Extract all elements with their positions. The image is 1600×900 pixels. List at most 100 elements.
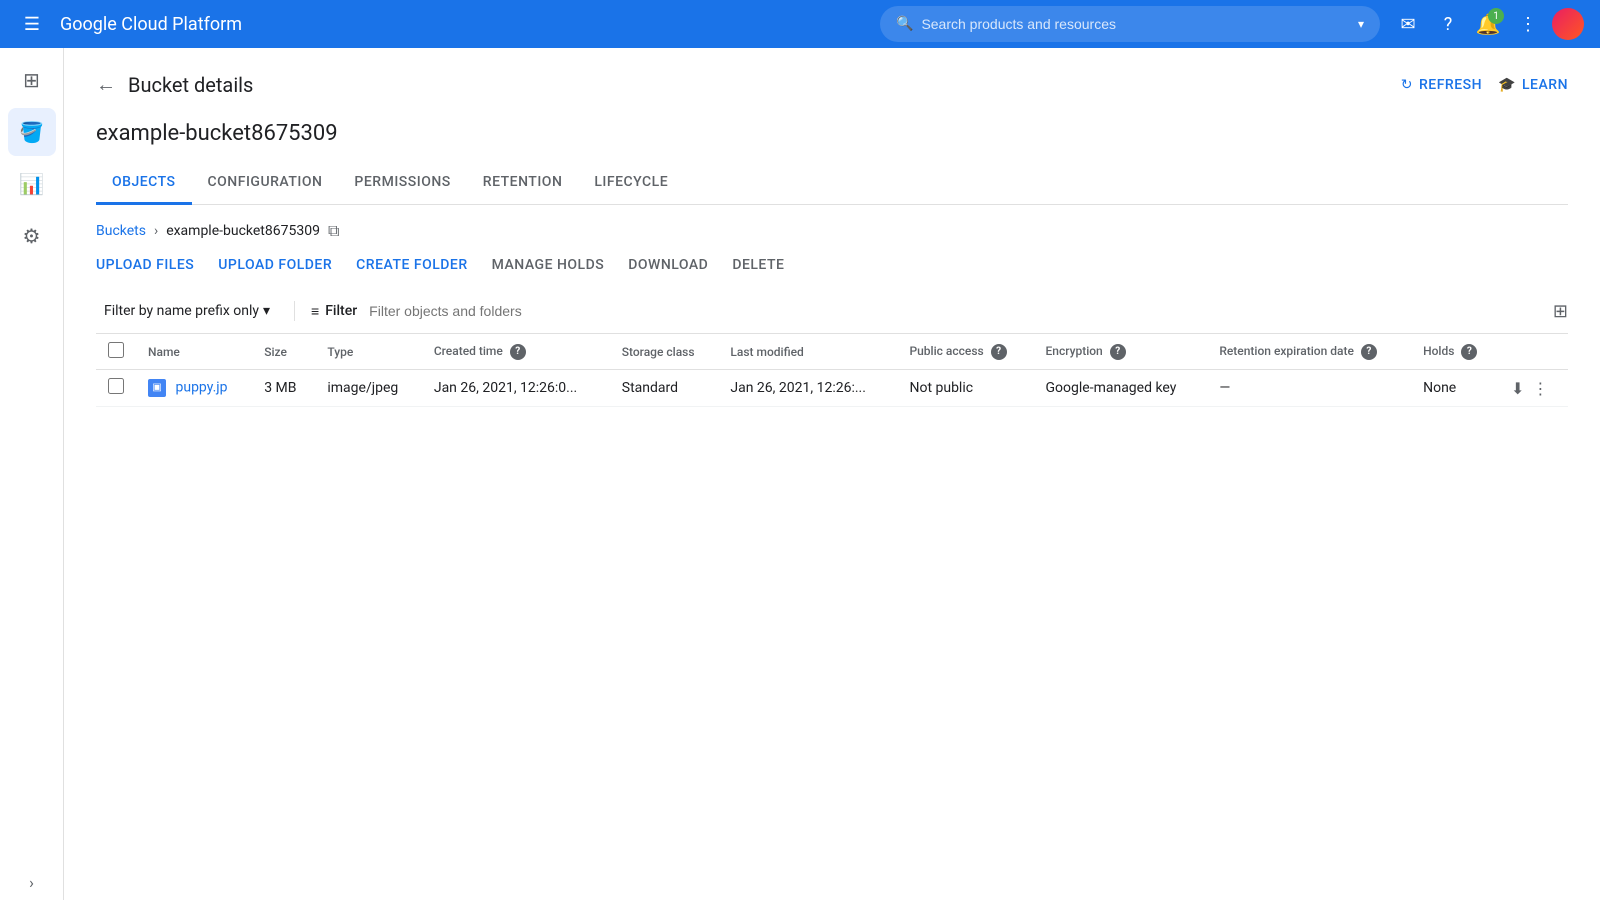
cell-retention: — bbox=[1207, 370, 1411, 407]
header-checkbox-cell bbox=[96, 334, 136, 370]
search-dropdown-icon[interactable]: ▾ bbox=[1358, 17, 1364, 31]
column-header-created-time: Created time ? bbox=[422, 334, 610, 370]
file-type-icon: ▣ bbox=[148, 379, 166, 397]
sidebar-storage[interactable]: 🪣 bbox=[8, 108, 56, 156]
column-header-actions bbox=[1499, 334, 1568, 370]
cell-holds: None bbox=[1411, 370, 1499, 407]
learn-icon: 🎓 bbox=[1498, 77, 1516, 93]
top-navigation: ☰ Google Cloud Platform 🔍 ▾ ✉ ? 🔔 1 ⋮ bbox=[0, 0, 1600, 48]
cell-public-access: Not public bbox=[897, 370, 1033, 407]
column-header-size: Size bbox=[252, 334, 315, 370]
breadcrumb-current: example-bucket8675309 bbox=[166, 223, 320, 239]
left-sidebar: ⊞ 🪣 📊 ⚙ › bbox=[0, 48, 64, 900]
filter-prefix-label: Filter by name prefix only bbox=[104, 303, 259, 319]
sidebar-settings[interactable]: ⚙ bbox=[8, 212, 56, 260]
more-options-icon[interactable]: ⋮ bbox=[1512, 8, 1544, 40]
row-checkbox-cell bbox=[96, 370, 136, 407]
cell-type: image/jpeg bbox=[315, 370, 421, 407]
tab-permissions[interactable]: PERMISSIONS bbox=[338, 162, 466, 205]
column-header-holds: Holds ? bbox=[1411, 334, 1499, 370]
search-bar[interactable]: 🔍 ▾ bbox=[880, 6, 1380, 42]
cell-created-time: Jan 26, 2021, 12:26:0... bbox=[422, 370, 610, 407]
back-button[interactable]: ← bbox=[96, 72, 116, 97]
sidebar-analytics[interactable]: 📊 bbox=[8, 160, 56, 208]
storage-bucket-icon: 🪣 bbox=[19, 120, 44, 144]
action-buttons: UPLOAD FILES UPLOAD FOLDER CREATE FOLDER… bbox=[96, 257, 1568, 273]
cell-last-modified: Jan 26, 2021, 12:26:... bbox=[718, 370, 897, 407]
refresh-button[interactable]: ↻ REFRESH bbox=[1401, 77, 1482, 93]
filter-funnel-icon: ≡ bbox=[311, 303, 319, 320]
file-name-link[interactable]: puppy.jp bbox=[175, 380, 227, 396]
hamburger-menu-icon[interactable]: ☰ bbox=[16, 8, 48, 40]
filter-row: Filter by name prefix only ▾ ≡ Filter ⊞ bbox=[96, 289, 1568, 334]
created-time-help-icon[interactable]: ? bbox=[510, 344, 526, 360]
column-header-name: Name bbox=[136, 334, 252, 370]
filter-button[interactable]: ≡ Filter bbox=[311, 303, 357, 320]
cell-size: 3 MB bbox=[252, 370, 315, 407]
breadcrumb-buckets-link[interactable]: Buckets bbox=[96, 223, 146, 239]
table-row: ▣ puppy.jp 3 MB image/jpeg Jan 26, 2021,… bbox=[96, 370, 1568, 407]
nav-icon-group: ✉ ? 🔔 1 ⋮ bbox=[1392, 8, 1584, 40]
tab-retention[interactable]: RETENTION bbox=[467, 162, 579, 205]
encryption-help-icon[interactable]: ? bbox=[1110, 344, 1126, 360]
tab-bar: OBJECTS CONFIGURATION PERMISSIONS RETENT… bbox=[96, 162, 1568, 205]
bucket-name: example-bucket8675309 bbox=[96, 121, 1568, 146]
copy-bucket-name-icon[interactable]: ⧉ bbox=[328, 221, 339, 241]
filter-label: Filter bbox=[325, 303, 357, 319]
badge-notification[interactable]: 🔔 1 bbox=[1472, 8, 1504, 40]
manage-holds-button[interactable]: MANAGE HOLDS bbox=[492, 257, 605, 273]
more-row-options-icon[interactable]: ⋮ bbox=[1532, 379, 1548, 398]
cell-storage-class: Standard bbox=[610, 370, 719, 407]
app-title: Google Cloud Platform bbox=[60, 14, 868, 35]
filter-input[interactable] bbox=[369, 303, 1541, 319]
cell-encryption: Google-managed key bbox=[1034, 370, 1208, 407]
select-all-checkbox[interactable] bbox=[108, 342, 124, 358]
row-checkbox[interactable] bbox=[108, 378, 124, 394]
cell-row-actions: ⬇ ⋮ bbox=[1499, 370, 1568, 407]
delete-button[interactable]: DELETE bbox=[732, 257, 784, 273]
filter-prefix-arrow-icon: ▾ bbox=[263, 303, 270, 319]
row-action-buttons: ⬇ ⋮ bbox=[1511, 379, 1556, 398]
refresh-icon: ↻ bbox=[1401, 77, 1413, 93]
density-toggle-icon[interactable]: ⊞ bbox=[1553, 301, 1568, 322]
table-header-row: Name Size Type Created time ? Storage cl… bbox=[96, 334, 1568, 370]
holds-help-icon[interactable]: ? bbox=[1461, 344, 1477, 360]
learn-button[interactable]: 🎓 LEARN bbox=[1498, 77, 1568, 93]
sidebar-menu-grid[interactable]: ⊞ bbox=[8, 56, 56, 104]
tab-lifecycle[interactable]: LIFECYCLE bbox=[578, 162, 684, 205]
learn-label: LEARN bbox=[1522, 77, 1568, 93]
page-title: Bucket details bbox=[128, 73, 1401, 97]
page-header: ← Bucket details ↻ REFRESH 🎓 LEARN bbox=[96, 72, 1568, 97]
settings-gear-icon: ⚙ bbox=[23, 224, 41, 248]
chart-icon: 📊 bbox=[19, 172, 44, 196]
menu-grid-icon: ⊞ bbox=[23, 68, 40, 92]
column-header-storage-class: Storage class bbox=[610, 334, 719, 370]
create-folder-button[interactable]: CREATE FOLDER bbox=[356, 257, 467, 273]
objects-table: Name Size Type Created time ? Storage cl… bbox=[96, 334, 1568, 407]
help-icon[interactable]: ? bbox=[1432, 8, 1464, 40]
column-header-public-access: Public access ? bbox=[897, 334, 1033, 370]
refresh-label: REFRESH bbox=[1419, 77, 1482, 93]
breadcrumb: Buckets › example-bucket8675309 ⧉ bbox=[96, 221, 1568, 241]
header-actions: ↻ REFRESH 🎓 LEARN bbox=[1401, 77, 1568, 93]
breadcrumb-separator: › bbox=[154, 223, 158, 239]
notification-badge: 1 bbox=[1488, 8, 1504, 24]
filter-divider bbox=[294, 301, 295, 321]
column-header-type: Type bbox=[315, 334, 421, 370]
upload-folder-button[interactable]: UPLOAD FOLDER bbox=[218, 257, 332, 273]
column-header-encryption: Encryption ? bbox=[1034, 334, 1208, 370]
filter-prefix-dropdown[interactable]: Filter by name prefix only ▾ bbox=[96, 297, 278, 325]
upload-files-button[interactable]: UPLOAD FILES bbox=[96, 257, 194, 273]
public-access-help-icon[interactable]: ? bbox=[991, 344, 1007, 360]
cell-name: ▣ puppy.jp bbox=[136, 370, 252, 407]
download-row-icon[interactable]: ⬇ bbox=[1511, 379, 1524, 398]
tab-objects[interactable]: OBJECTS bbox=[96, 162, 192, 205]
sidebar-expand-button[interactable]: › bbox=[29, 873, 34, 892]
retention-help-icon[interactable]: ? bbox=[1361, 344, 1377, 360]
notification-icon[interactable]: ✉ bbox=[1392, 8, 1424, 40]
download-button[interactable]: DOWNLOAD bbox=[628, 257, 708, 273]
user-avatar[interactable] bbox=[1552, 8, 1584, 40]
tab-configuration[interactable]: CONFIGURATION bbox=[192, 162, 339, 205]
column-header-last-modified: Last modified bbox=[718, 334, 897, 370]
search-input[interactable] bbox=[921, 16, 1346, 32]
